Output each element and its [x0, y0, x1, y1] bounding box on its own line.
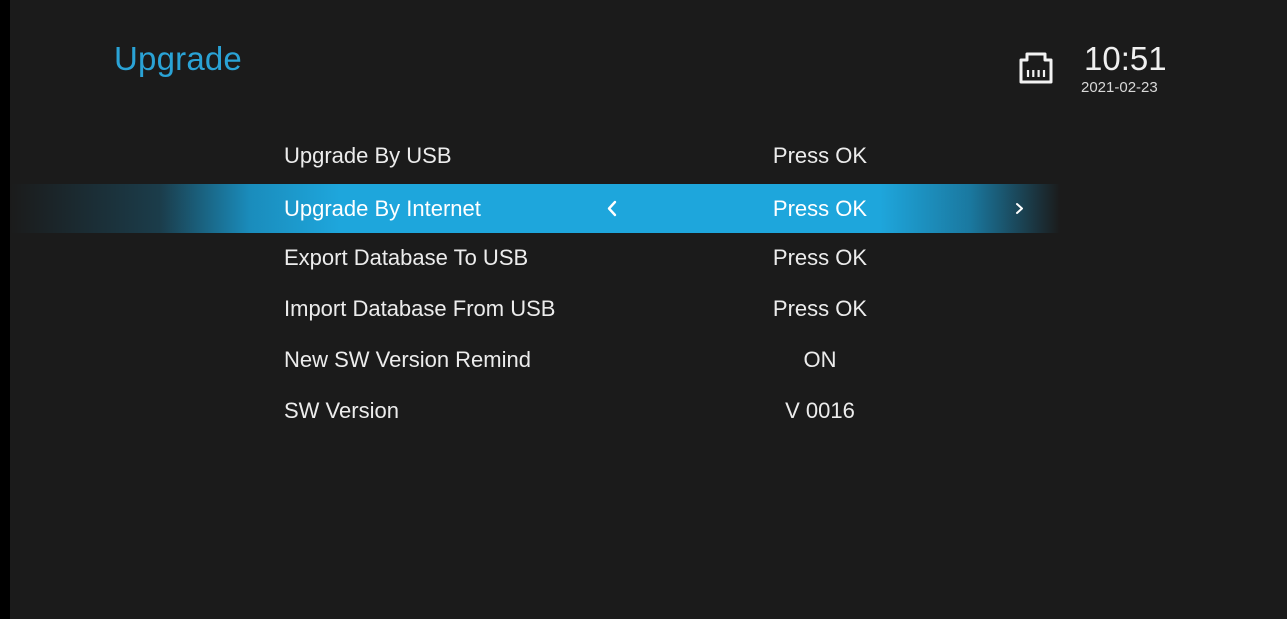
- menu-item-upgrade-by-usb[interactable]: Upgrade By USB Press OK: [10, 130, 1287, 181]
- upgrade-menu: Upgrade By USB Press OK Upgrade By Inter…: [10, 130, 1287, 436]
- menu-item-upgrade-by-internet[interactable]: Upgrade By Internet Press OK: [10, 181, 1287, 233]
- menu-item-sw-version: SW Version V 0016: [10, 385, 1287, 436]
- menu-item-import-database[interactable]: Import Database From USB Press OK: [10, 283, 1287, 334]
- clock-time: 10:51: [1084, 40, 1167, 77]
- menu-item-value: Press OK: [772, 245, 868, 270]
- menu-item-label: SW Version: [284, 398, 399, 423]
- menu-item-label: Upgrade By USB: [284, 143, 452, 168]
- menu-item-value: V 0016: [785, 398, 855, 423]
- menu-item-label: New SW Version Remind: [284, 347, 531, 372]
- menu-item-label: Export Database To USB: [284, 245, 529, 270]
- ethernet-icon: [1016, 51, 1056, 85]
- menu-item-value: ON: [803, 347, 837, 372]
- chevron-left-icon[interactable]: [604, 184, 620, 233]
- menu-item-export-database[interactable]: Export Database To USB Press OK: [10, 232, 1287, 283]
- clock-date: 2021-02-23: [1081, 79, 1158, 96]
- menu-item-new-sw-version-remind[interactable]: New SW Version Remind ON: [10, 334, 1287, 385]
- menu-item-value: Press OK: [772, 296, 868, 321]
- menu-item-value: Press OK: [772, 196, 868, 221]
- chevron-right-icon[interactable]: [1012, 184, 1028, 233]
- page-title: Upgrade: [114, 40, 242, 77]
- menu-item-label: Import Database From USB: [284, 296, 556, 321]
- upgrade-screen: Upgrade 10:51 2021-02-23 Upgrade By USB …: [10, 0, 1287, 619]
- menu-item-value: Press OK: [772, 143, 868, 168]
- status-area: 10:51 2021-02-23: [1016, 40, 1186, 102]
- menu-item-label: Upgrade By Internet: [284, 196, 481, 221]
